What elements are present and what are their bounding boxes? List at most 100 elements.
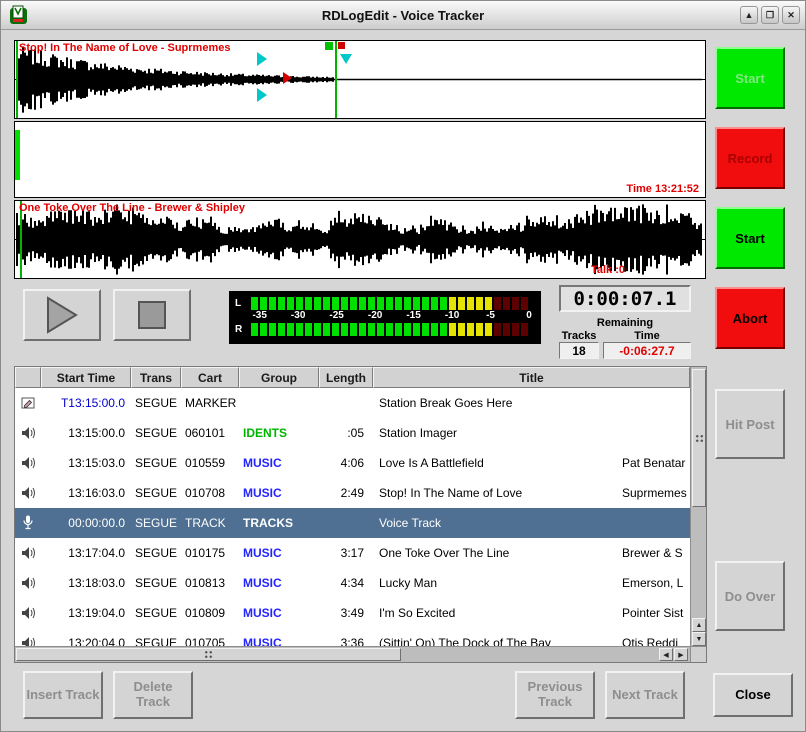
maximize-icon[interactable]: ❐ [761, 6, 779, 24]
voice-tracker-window: RDLogEdit - Voice Tracker ▲ ❐ ✕ Stop! In… [0, 0, 806, 732]
speaker-icon [15, 576, 41, 590]
meter-led [314, 297, 321, 310]
tracks-remaining-value: 18 [559, 342, 599, 359]
col-start-time[interactable]: Start Time [41, 367, 131, 388]
meter-led [341, 297, 348, 310]
scroll-right-icon[interactable]: ▶ [674, 648, 688, 661]
cell-cart: 010559 [179, 456, 237, 470]
voicetrack-waveform[interactable]: Time 13:21:52 [14, 121, 706, 198]
do-over-button[interactable]: Do Over [715, 561, 785, 631]
app-icon[interactable] [9, 5, 29, 25]
log-row[interactable]: 13:15:00.0SEGUE060101IDENTS:05Station Im… [15, 418, 690, 448]
meter-led [521, 297, 528, 310]
col-cart[interactable]: Cart [181, 367, 239, 388]
mic-icon [15, 515, 41, 531]
cell-trans: SEGUE [129, 546, 179, 560]
cell-start-time: 13:15:00.0 [41, 426, 129, 440]
close-button[interactable]: Close [713, 673, 793, 717]
meter-scale-label: -10 [445, 310, 459, 321]
meter-led [485, 297, 492, 310]
cell-group: MUSIC [237, 576, 317, 590]
meter-led [512, 323, 519, 336]
cell-length: :05 [317, 426, 369, 440]
cell-trans: SEGUE [129, 576, 179, 590]
next-track-button[interactable]: Next Track [605, 671, 685, 719]
close-icon[interactable]: ✕ [782, 6, 800, 24]
meter-led [503, 323, 510, 336]
cell-cart: 010705 [179, 636, 237, 646]
previous-track-button[interactable]: Previous Track [515, 671, 595, 719]
speaker-icon [15, 486, 41, 500]
meter-led [440, 297, 447, 310]
meter-led [449, 323, 456, 336]
cell-artist: Pointer Sist [622, 606, 690, 620]
meter-led [323, 297, 330, 310]
record-button[interactable]: Record [715, 127, 785, 189]
meter-led [260, 323, 267, 336]
meter-right-leds [251, 323, 530, 336]
track1-start-button[interactable]: Start [715, 47, 785, 109]
stop-button[interactable] [113, 289, 191, 341]
log-row[interactable]: 13:19:04.0SEGUE010809MUSIC3:49I'm So Exc… [15, 598, 690, 628]
horizontal-scrollbar[interactable]: ◀ ▶ [15, 646, 690, 662]
track1-waveform[interactable]: Stop! In The Name of Love - Suprmemes [14, 40, 706, 119]
log-row[interactable]: 13:15:03.0SEGUE010559MUSIC4:06Love Is A … [15, 448, 690, 478]
vertical-scrollbar[interactable]: ▲ ▼ [690, 367, 706, 646]
marker-icon [15, 396, 41, 410]
log-row[interactable]: T13:15:00.0SEGUEMARKERStation Break Goes… [15, 388, 690, 418]
meter-led [269, 297, 276, 310]
cell-length: 3:36 [317, 636, 369, 646]
insert-track-button[interactable]: Insert Track [23, 671, 103, 719]
shade-icon[interactable]: ▲ [740, 6, 758, 24]
scroll-up-icon[interactable]: ▲ [692, 618, 706, 632]
cell-trans: SEGUE [129, 456, 179, 470]
meter-led [278, 323, 285, 336]
horizontal-scrollbar-thumb[interactable] [16, 648, 401, 661]
meter-led [422, 297, 429, 310]
meter-led [287, 323, 294, 336]
log-table-rows: T13:15:00.0SEGUEMARKERStation Break Goes… [15, 388, 690, 646]
meter-scale-label: -20 [368, 310, 382, 321]
log-row[interactable]: 13:16:03.0SEGUE010708MUSIC2:49Stop! In T… [15, 478, 690, 508]
titlebar[interactable]: RDLogEdit - Voice Tracker ▲ ❐ ✕ [1, 1, 805, 30]
meter-led [341, 323, 348, 336]
cell-start-time: 13:16:03.0 [41, 486, 129, 500]
cell-group: TRACKS [237, 516, 317, 530]
audio-level-meter: L -35-30-25-20-15-10-50 R [229, 291, 541, 344]
scroll-left-icon[interactable]: ◀ [659, 648, 673, 661]
cell-length: 2:49 [317, 486, 369, 500]
abort-button[interactable]: Abort [715, 287, 785, 349]
meter-led [404, 323, 411, 336]
meter-led [260, 297, 267, 310]
log-row[interactable]: 13:20:04.0SEGUE010705MUSIC3:36(Sittin' O… [15, 628, 690, 646]
cell-title: Love Is A Battlefield [369, 456, 622, 470]
voicetrack-start-marker[interactable] [15, 130, 20, 180]
meter-led [404, 297, 411, 310]
col-icon[interactable] [15, 367, 41, 388]
col-length[interactable]: Length [319, 367, 373, 388]
cell-trans: SEGUE [129, 516, 179, 530]
col-group[interactable]: Group [239, 367, 319, 388]
track2-waveform[interactable]: One Toke Over The Line - Brewer & Shiple… [14, 200, 706, 279]
meter-led [350, 297, 357, 310]
col-trans[interactable]: Trans [131, 367, 181, 388]
cell-title: Voice Track [369, 516, 622, 530]
play-button[interactable] [23, 289, 101, 341]
meter-scale-label: 0 [526, 310, 532, 321]
cell-title: Stop! In The Name of Love [369, 486, 622, 500]
track2-start-button[interactable]: Start [715, 207, 785, 269]
log-row[interactable]: 13:18:03.0SEGUE010813MUSIC4:34Lucky ManE… [15, 568, 690, 598]
vertical-scrollbar-thumb[interactable] [692, 369, 706, 507]
col-title[interactable]: Title [373, 367, 690, 388]
delete-track-button[interactable]: Delete Track [113, 671, 193, 719]
scroll-down-icon[interactable]: ▼ [692, 632, 706, 646]
log-row[interactable]: 00:00:00.0SEGUETRACKTRACKSVoice Track [15, 508, 690, 538]
log-row[interactable]: 13:17:04.0SEGUE010175MUSIC3:17One Toke O… [15, 538, 690, 568]
speaker-icon [15, 426, 41, 440]
time-remaining-label: Time 13:21:52 [626, 183, 699, 195]
stop-icon [138, 301, 166, 329]
meter-led [332, 297, 339, 310]
hit-post-button[interactable]: Hit Post [715, 389, 785, 459]
meter-led [413, 323, 420, 336]
meter-led [287, 297, 294, 310]
